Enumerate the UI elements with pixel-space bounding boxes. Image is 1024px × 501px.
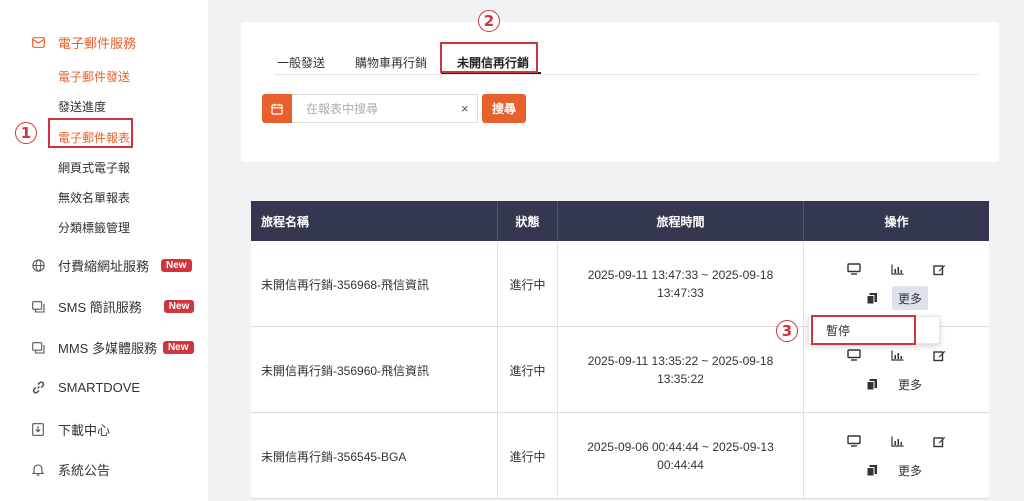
time-cell: 2025-09-11 13:35:22 ~ 2025-09-18 13:35:22 (558, 327, 804, 413)
status-cell: 進行中 (498, 413, 558, 499)
sidebar-item-email-send[interactable]: 電子郵件發送 (58, 68, 130, 85)
tab-cart-remarketing[interactable]: 購物車再行銷 (355, 54, 427, 71)
main-content: 一般發送 購物車再行銷 未開信再行銷 × 搜尋 旅程名稱 狀態 旅程時間 操作 … (208, 0, 1024, 501)
nav-mms[interactable]: MMS 多媒體服務 New (30, 338, 194, 357)
time-range-start: 2025-09-11 13:35:22 ~ 2025-09-18 (587, 354, 774, 368)
header-ops: 操作 (884, 214, 909, 229)
sidebar-item-invalid-list-report[interactable]: 無效名單報表 (58, 189, 130, 206)
nav-email-service-label: 電子郵件服務 (58, 36, 137, 51)
annotation-number-3: 3 (776, 320, 798, 342)
nav-short-url[interactable]: 付費縮網址服務 New (30, 256, 192, 275)
filter-card: 一般發送 購物車再行銷 未開信再行銷 (241, 22, 999, 162)
clear-icon[interactable]: × (461, 101, 469, 116)
annotation-number-1: 1 (15, 122, 37, 144)
nav-short-url-label: 付費縮網址服務 (58, 259, 150, 274)
edit-icon[interactable] (929, 431, 949, 451)
time-cell: 2025-09-11 13:47:33 ~ 2025-09-18 13:47:33 (558, 241, 804, 327)
tabs-divider (274, 74, 979, 75)
more-button[interactable]: 更多 (892, 286, 928, 310)
new-badge: New (163, 300, 195, 313)
preview-icon[interactable] (844, 345, 864, 365)
new-badge: New (161, 259, 192, 272)
time-range-end: 00:44:44 (657, 458, 704, 472)
copy-icon[interactable] (862, 288, 882, 308)
nav-sms-label: SMS 簡訊服務 (58, 300, 142, 315)
globe-icon (30, 258, 46, 274)
download-icon (30, 422, 46, 438)
calendar-icon (271, 103, 283, 115)
header-time: 旅程時間 (558, 201, 804, 241)
journey-name: 未開信再行銷-356960-飛信資訊 (251, 327, 498, 413)
time-range-end: 13:47:33 (657, 286, 704, 300)
time-range-start: 2025-09-06 00:44:44 ~ 2025-09-13 (587, 440, 774, 454)
preview-icon[interactable] (844, 431, 864, 451)
nav-smartdove[interactable]: SMARTDOVE (30, 379, 140, 395)
status-cell: 進行中 (498, 241, 558, 327)
annotation-box-email-report (48, 118, 133, 148)
chart-icon[interactable] (887, 259, 907, 279)
nav-download-center[interactable]: 下載中心 (30, 420, 110, 439)
sidebar-item-tag-management[interactable]: 分類標籤管理 (58, 219, 130, 236)
edit-icon[interactable] (929, 259, 949, 279)
bell-icon (30, 462, 46, 478)
annotation-box-unopened-tab (440, 42, 538, 73)
link-icon (30, 379, 46, 395)
edit-icon[interactable] (929, 345, 949, 365)
sidebar: 電子郵件服務 電子郵件發送 發送進度 電子郵件報表 網頁式電子報 無效名單報表 … (0, 0, 208, 501)
time-range-start: 2025-09-11 13:47:33 ~ 2025-09-18 (587, 268, 774, 282)
time-range-end: 13:35:22 (657, 372, 704, 386)
nav-smartdove-label: SMARTDOVE (58, 379, 141, 395)
journey-name: 未開信再行銷-356545-BGA (251, 413, 498, 499)
journey-name: 未開信再行銷-356968-飛信資訊 (251, 241, 498, 327)
nav-announcements[interactable]: 系統公告 (30, 460, 110, 479)
status-cell: 進行中 (498, 327, 558, 413)
table-header: 旅程名稱 狀態 旅程時間 操作 (251, 201, 989, 241)
chat-icon (30, 340, 46, 356)
more-button[interactable]: 更多 (892, 372, 928, 396)
search-field: × (292, 94, 478, 123)
annotation-box-pause (811, 315, 916, 345)
chart-icon[interactable] (887, 431, 907, 451)
date-picker-button[interactable] (262, 94, 292, 123)
annotation-number-2: 2 (478, 10, 500, 32)
nav-mms-label: MMS 多媒體服務 (58, 341, 157, 356)
copy-icon[interactable] (862, 460, 882, 480)
more-button[interactable]: 更多 (892, 458, 928, 482)
nav-sms[interactable]: SMS 簡訊服務 New (30, 297, 195, 316)
envelope-icon (30, 35, 46, 51)
tab-general-send[interactable]: 一般發送 (277, 54, 325, 71)
header-name: 旅程名稱 (251, 201, 498, 241)
sidebar-item-send-progress[interactable]: 發送進度 (58, 98, 106, 115)
copy-icon[interactable] (862, 374, 882, 394)
chat-icon (30, 299, 46, 315)
table-row: 未開信再行銷-356545-BGA 進行中 2025-09-06 00:44:4… (251, 413, 989, 499)
nav-email-service[interactable]: 電子郵件服務 (30, 33, 136, 52)
sidebar-item-web-newsletter[interactable]: 網頁式電子報 (58, 159, 130, 176)
nav-download-center-label: 下載中心 (58, 423, 111, 438)
preview-icon[interactable] (844, 259, 864, 279)
header-status: 狀態 (498, 201, 558, 241)
new-badge: New (162, 341, 194, 354)
ops-cell: 更多 (804, 413, 989, 499)
nav-announcements-label: 系統公告 (58, 463, 111, 478)
search-input[interactable] (306, 101, 461, 116)
chart-icon[interactable] (887, 345, 907, 365)
time-cell: 2025-09-06 00:44:44 ~ 2025-09-13 00:44:44 (558, 413, 804, 499)
search-button[interactable]: 搜尋 (482, 94, 526, 123)
